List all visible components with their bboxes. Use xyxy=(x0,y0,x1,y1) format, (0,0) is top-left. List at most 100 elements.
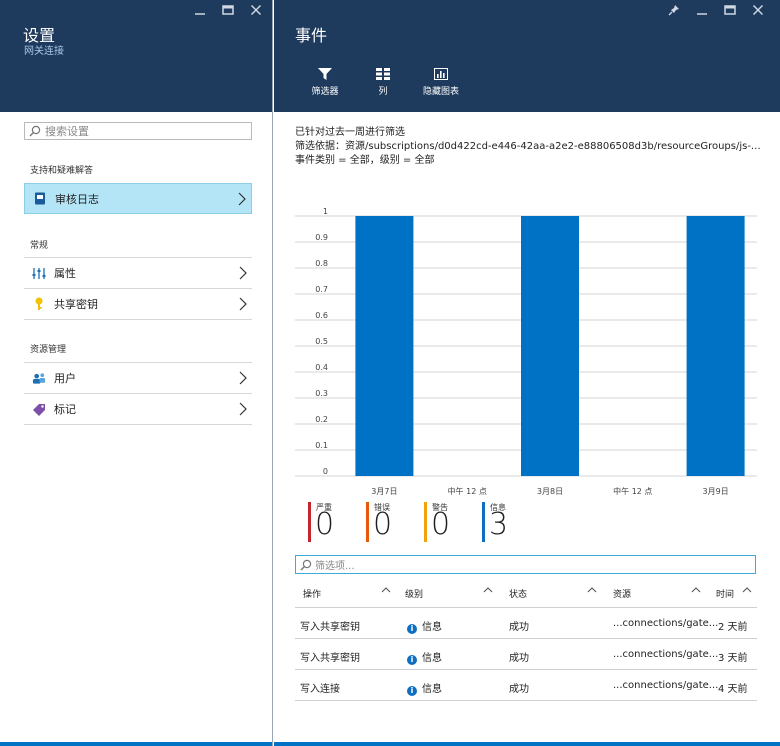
y-tick-label: 0.8 xyxy=(315,259,328,268)
events-table: 操作 级别 状态 资源 时间 写入共享密钥 i 信息 成功 ...connect… xyxy=(295,580,757,701)
sidebar-item-audit-log[interactable]: 审核日志 xyxy=(24,183,252,214)
filter-summary-period: 已针对过去一周进行筛选 xyxy=(295,127,405,138)
cell-level: i 信息 xyxy=(407,649,442,665)
events-toolbar: 筛选器 列 隐藏图表 xyxy=(296,68,470,97)
section-label-support: 支持和疑难解答 xyxy=(30,166,94,176)
chart-bar xyxy=(355,216,414,476)
events-chart: 0 0.1 0.2 0.3 0.4 0.5 0.6 0.7 0.8 0.9 1 3月7日 中午 12 点… xyxy=(295,208,757,496)
chevron-right-icon xyxy=(239,402,247,416)
chevron-right-icon xyxy=(239,266,247,280)
settings-blade-subtitle: 网关连接 xyxy=(24,46,64,57)
info-icon: i xyxy=(407,624,417,634)
sidebar-item-shared-key[interactable]: 共享密钥 xyxy=(24,289,252,320)
cell-status: 成功 xyxy=(509,684,529,695)
column-header-status[interactable]: 状态 xyxy=(509,587,597,600)
x-tick-label: 中午 12 点 xyxy=(448,486,487,496)
y-tick-label: 0.2 xyxy=(315,415,328,424)
settings-window-controls xyxy=(186,4,270,22)
properties-icon xyxy=(32,266,46,280)
y-tick-label: 0.9 xyxy=(315,233,328,242)
filter-button[interactable]: 筛选器 xyxy=(296,68,354,97)
sort-up-icon[interactable] xyxy=(691,585,701,595)
stat-bar xyxy=(308,502,311,542)
minimize-icon[interactable] xyxy=(186,4,214,22)
maximize-icon[interactable] xyxy=(716,4,744,22)
maximize-icon[interactable] xyxy=(214,4,242,22)
audit-log-icon xyxy=(33,192,47,206)
sort-up-icon[interactable] xyxy=(381,585,391,595)
chart-bar xyxy=(521,216,579,476)
table-row[interactable]: 写入连接 i 信息 成功 ...connections/gate... 4 天前 xyxy=(295,670,757,701)
filter-button-label: 筛选器 xyxy=(311,87,339,97)
sidebar-item-label: 属性 xyxy=(54,267,76,280)
column-header-label: 时间 xyxy=(716,590,735,600)
cell-resource: ...connections/gate... xyxy=(613,618,719,629)
stat-count: 3 xyxy=(489,507,509,542)
stat-bar xyxy=(366,502,369,542)
chevron-right-icon xyxy=(239,297,247,311)
cell-level-label: 信息 xyxy=(422,622,442,633)
close-icon[interactable] xyxy=(744,4,772,22)
stat-error[interactable]: 错误 0 xyxy=(366,500,424,542)
column-header-level[interactable]: 级别 xyxy=(405,587,493,600)
stat-warning[interactable]: 警告 0 xyxy=(424,500,482,542)
x-tick-label: 3月9日 xyxy=(703,487,729,496)
sidebar-item-label: 用户 xyxy=(54,372,76,385)
column-header-operation[interactable]: 操作 xyxy=(303,587,391,600)
sidebar-item-tags[interactable]: 标记 xyxy=(24,394,252,425)
chevron-right-icon xyxy=(238,192,246,206)
sort-up-icon[interactable] xyxy=(587,585,597,595)
pin-icon[interactable] xyxy=(660,4,688,22)
settings-search-placeholder: 搜索设置 xyxy=(45,125,89,138)
y-tick-label: 0.6 xyxy=(315,311,328,320)
sidebar-item-label: 共享密钥 xyxy=(54,298,98,311)
x-tick-label: 3月8日 xyxy=(537,487,563,496)
table-row[interactable]: 写入共享密钥 i 信息 成功 ...connections/gate... 2 天… xyxy=(295,608,757,639)
stat-critical[interactable]: 严重 0 xyxy=(308,500,366,542)
cell-level: i 信息 xyxy=(407,680,442,696)
table-row[interactable]: 写入共享密钥 i 信息 成功 ...connections/gate... 3 天… xyxy=(295,639,757,670)
search-icon xyxy=(300,559,312,570)
cell-operation: 写入共享密钥 xyxy=(300,622,360,633)
filter-summary-category: 事件类别 = 全部，级别 = 全部 xyxy=(295,155,435,166)
info-icon: i xyxy=(407,686,417,696)
events-filter-input[interactable]: 筛选项... xyxy=(295,555,756,574)
settings-blade-header: 设置 网关连接 xyxy=(0,0,272,112)
column-header-resource[interactable]: 资源 xyxy=(613,587,701,600)
stat-bar xyxy=(482,502,485,542)
columns-button[interactable]: 列 xyxy=(354,68,412,97)
sidebar-item-users[interactable]: 用户 xyxy=(24,363,252,394)
column-header-label: 状态 xyxy=(509,590,528,600)
column-header-time[interactable]: 时间 xyxy=(716,587,752,600)
settings-search-input[interactable]: 搜索设置 xyxy=(24,122,252,140)
stat-count: 0 xyxy=(373,507,393,542)
sort-up-icon[interactable] xyxy=(483,585,493,595)
cell-resource: ...connections/gate... xyxy=(613,649,719,660)
close-icon[interactable] xyxy=(242,4,270,22)
hide-chart-button-label: 隐藏图表 xyxy=(422,87,459,97)
y-tick-label: 0.3 xyxy=(315,389,328,398)
cell-resource: ...connections/gate... xyxy=(613,680,719,691)
section-label-resource-mgmt: 资源管理 xyxy=(30,345,67,355)
sort-up-icon[interactable] xyxy=(742,585,752,595)
x-tick-label: 3月7日 xyxy=(371,487,397,496)
cell-time: 2 天前 xyxy=(718,622,748,633)
events-blade-title: 事件 xyxy=(295,26,328,45)
blade-bottom-bar xyxy=(274,742,780,746)
column-header-label: 资源 xyxy=(613,590,632,600)
stat-info[interactable]: 信息 3 xyxy=(482,500,540,542)
y-tick-label: 0.1 xyxy=(315,441,328,450)
sidebar-item-properties[interactable]: 属性 xyxy=(24,258,252,289)
hide-chart-button[interactable]: 隐藏图表 xyxy=(412,68,470,97)
cell-status: 成功 xyxy=(509,653,529,664)
x-tick-label: 中午 12 点 xyxy=(613,486,652,496)
stat-bar xyxy=(424,502,427,542)
cell-time: 3 天前 xyxy=(718,653,748,664)
sidebar-item-label: 审核日志 xyxy=(55,192,99,206)
events-blade-header: 事件 筛选器 列 隐藏图表 xyxy=(274,0,780,112)
columns-button-label: 列 xyxy=(378,87,388,97)
events-blade: 事件 筛选器 列 隐藏图表 已针对过去一周进行筛选 筛选依据：资源/subscr… xyxy=(274,0,780,746)
chart-icon xyxy=(434,68,448,80)
minimize-icon[interactable] xyxy=(688,4,716,22)
settings-blade: 设置 网关连接 搜索设置 支持和疑难解答 审核日志 常规 属性 共享密钥 资源管… xyxy=(0,0,273,746)
